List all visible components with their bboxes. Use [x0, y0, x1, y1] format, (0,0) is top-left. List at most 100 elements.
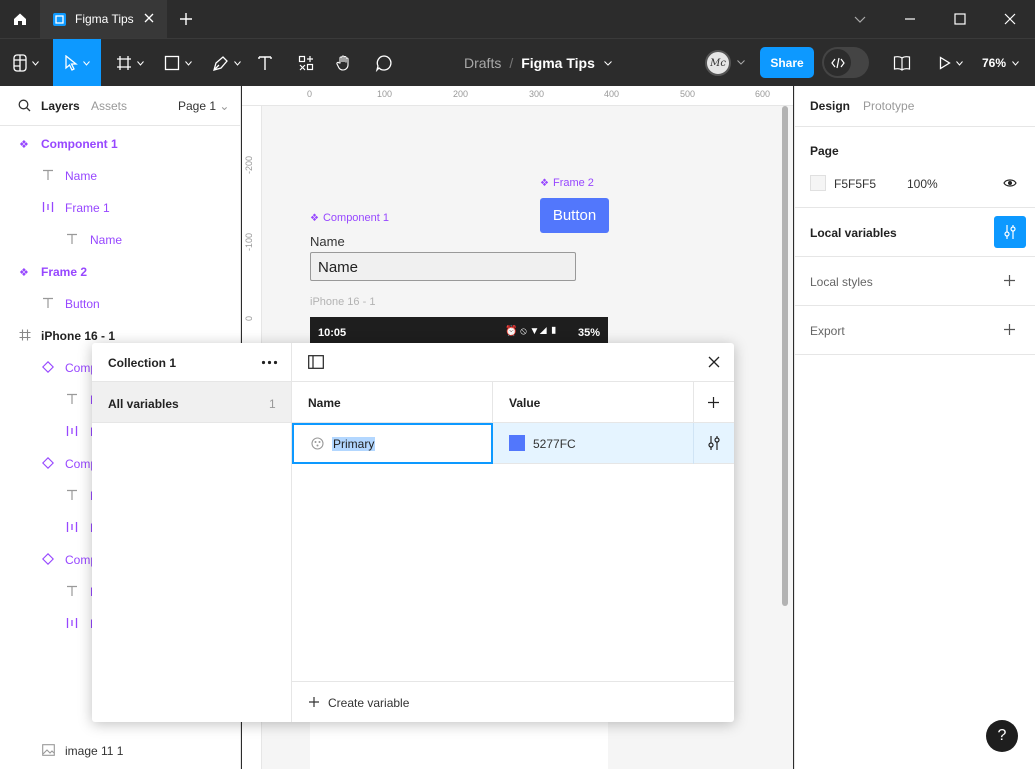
- more-options-icon[interactable]: [261, 360, 278, 365]
- text-tool-button[interactable]: [252, 39, 278, 87]
- shape-tool-button[interactable]: [158, 39, 198, 87]
- page-opacity-value[interactable]: 100%: [907, 177, 938, 191]
- image-icon: [42, 744, 55, 756]
- plus-icon[interactable]: [1003, 274, 1016, 287]
- layer-name: Frame 1: [65, 201, 110, 215]
- open-variables-button[interactable]: [994, 216, 1026, 248]
- present-button[interactable]: [934, 39, 968, 87]
- variable-name-cell[interactable]: Primary: [292, 423, 493, 464]
- create-variable-button[interactable]: Create variable: [292, 681, 734, 722]
- ruler-horizontal: 0 100 200 300 400 500 600: [242, 86, 793, 106]
- tab-assets[interactable]: Assets: [91, 99, 127, 113]
- file-tab[interactable]: Figma Tips: [40, 0, 167, 38]
- status-time: 10:05: [318, 327, 347, 339]
- comment-tool-button[interactable]: [372, 39, 396, 87]
- canvas-scrollbar[interactable]: [782, 106, 788, 606]
- library-button[interactable]: [890, 39, 914, 87]
- canvas-name-label: Name: [310, 234, 345, 249]
- maximize-icon[interactable]: [935, 0, 985, 38]
- frame2-canvas-label[interactable]: ❖ Frame 2: [540, 177, 594, 189]
- toolbar: Drafts / Figma Tips Mc Share 76%: [0, 38, 1035, 87]
- rectangle-icon: [164, 55, 180, 71]
- local-variables-title[interactable]: Local variables: [810, 226, 897, 240]
- all-variables-item[interactable]: All variables 1: [92, 382, 291, 423]
- layer-item[interactable]: ❖ Component 1: [0, 127, 241, 159]
- add-mode-icon[interactable]: [707, 396, 720, 409]
- help-button[interactable]: ?: [986, 720, 1018, 752]
- chevron-down-icon[interactable]: [835, 0, 885, 38]
- autolayout-icon: [66, 425, 78, 437]
- adjust-icon[interactable]: [707, 435, 721, 451]
- variable-value[interactable]: 5277FC: [533, 437, 576, 451]
- plus-icon[interactable]: [1003, 323, 1016, 336]
- component1-canvas-label[interactable]: ❖ Component 1: [310, 212, 389, 224]
- collection-name[interactable]: Collection 1: [108, 356, 176, 370]
- zoom-dropdown[interactable]: 76%: [982, 39, 1019, 87]
- breadcrumb: Drafts / Figma Tips: [464, 39, 612, 87]
- layer-name: Name: [65, 169, 98, 183]
- frame-tool-button[interactable]: [110, 39, 150, 87]
- tab-design[interactable]: Design: [810, 99, 850, 113]
- share-button[interactable]: Share: [760, 47, 814, 78]
- close-icon[interactable]: [708, 356, 720, 368]
- variable-color-swatch[interactable]: [509, 435, 525, 451]
- breadcrumb-drafts[interactable]: Drafts: [464, 55, 501, 71]
- plus-icon: [309, 697, 319, 707]
- pen-tool-button[interactable]: [206, 39, 246, 87]
- page-select[interactable]: Page 1 ⌄: [178, 99, 229, 113]
- layer-item-image[interactable]: image 11 1: [65, 744, 123, 758]
- table-row[interactable]: Primary 5277FC: [292, 423, 734, 464]
- text-icon: [42, 169, 54, 181]
- color-variable-icon: [311, 437, 324, 450]
- layer-item[interactable]: ❖ Frame 2: [0, 255, 241, 287]
- canvas-button[interactable]: Button: [540, 198, 609, 233]
- title-bar: Figma Tips: [0, 0, 1035, 38]
- local-styles-section: Local styles: [795, 257, 1035, 306]
- autolayout-icon: [66, 521, 78, 533]
- page-section-title: Page: [810, 144, 839, 158]
- page-color-value[interactable]: F5F5F5: [834, 177, 876, 191]
- dev-mode-toggle[interactable]: [822, 47, 869, 78]
- tab-prototype[interactable]: Prototype: [863, 99, 914, 113]
- tab-title: Figma Tips: [75, 12, 134, 26]
- cursor-icon: [65, 55, 78, 71]
- new-tab-icon[interactable]: [177, 10, 195, 28]
- design-panel-tabs: Design Prototype: [795, 86, 1035, 127]
- home-icon[interactable]: [0, 0, 40, 38]
- design-panel: Design Prototype Page F5F5F5 100% Local …: [794, 86, 1035, 769]
- play-icon: [939, 56, 951, 70]
- status-icons: ⏰ ⦸ ▼◢ ▮: [505, 326, 558, 337]
- frame-icon: [19, 329, 31, 341]
- layer-item[interactable]: Name: [0, 223, 241, 255]
- chevron-down-icon[interactable]: [737, 60, 745, 65]
- sidebar-toggle-icon[interactable]: [308, 355, 324, 369]
- layer-item[interactable]: Frame 1: [0, 191, 241, 223]
- instance-icon: [42, 361, 54, 373]
- create-variable-label: Create variable: [328, 696, 410, 710]
- column-header-name: Name: [308, 396, 341, 410]
- dialog-header: [292, 343, 734, 382]
- variable-name-input[interactable]: Primary: [332, 437, 376, 451]
- search-icon[interactable]: [18, 99, 31, 112]
- tab-layers[interactable]: Layers: [41, 99, 80, 113]
- minimize-icon[interactable]: [885, 0, 935, 38]
- iphone-frame-label[interactable]: iPhone 16 - 1: [310, 296, 375, 308]
- avatar[interactable]: Mc: [705, 50, 731, 76]
- eye-icon[interactable]: [1003, 178, 1017, 188]
- page-color-swatch[interactable]: [810, 175, 826, 191]
- layer-item[interactable]: Button: [0, 287, 241, 319]
- close-tab-icon[interactable]: [142, 11, 156, 25]
- resources-button[interactable]: [294, 39, 318, 87]
- chevron-down-icon[interactable]: [604, 60, 612, 66]
- close-window-icon[interactable]: [985, 0, 1035, 38]
- component-icon: ❖: [19, 139, 29, 151]
- main-menu-button[interactable]: [6, 39, 46, 87]
- resources-icon: [298, 55, 314, 71]
- move-tool-button[interactable]: [53, 39, 101, 87]
- canvas-name-input[interactable]: Name: [310, 252, 576, 281]
- layer-name: iPhone 16 - 1: [41, 329, 116, 343]
- component-icon: ❖: [540, 177, 549, 189]
- hand-tool-button[interactable]: [332, 39, 356, 87]
- layer-item[interactable]: Name: [0, 159, 241, 191]
- breadcrumb-file-name[interactable]: Figma Tips: [521, 55, 595, 71]
